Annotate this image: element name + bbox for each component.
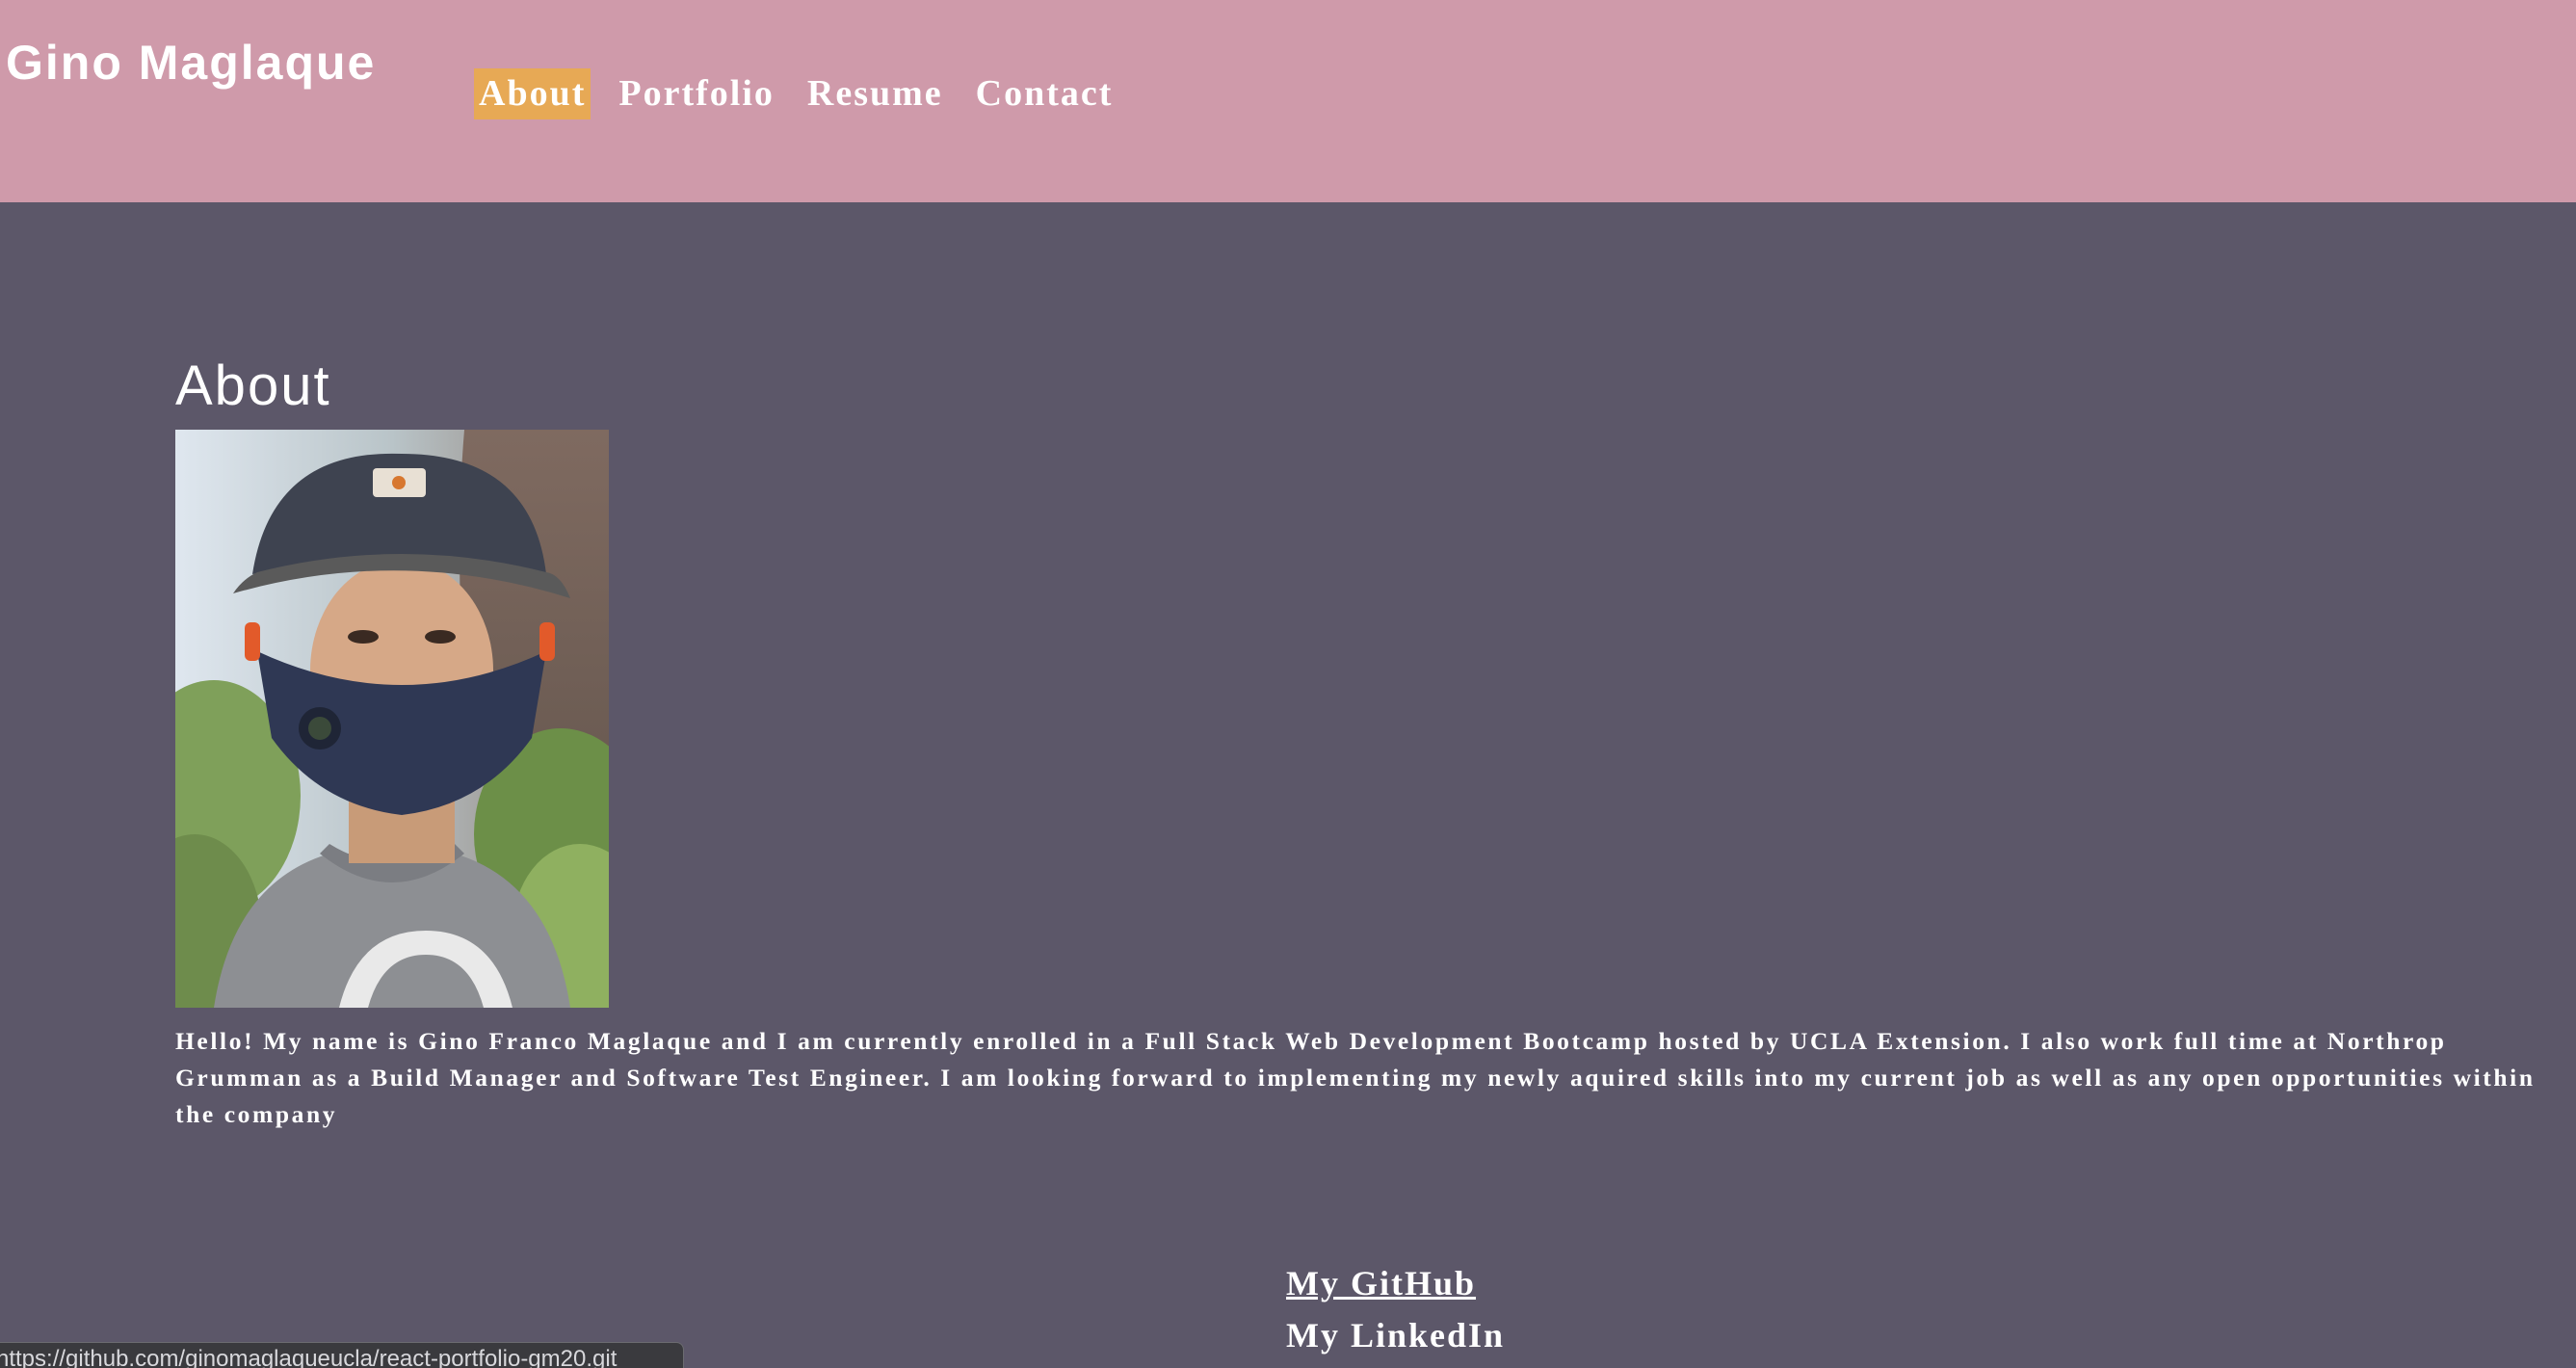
bio-paragraph: Hello! My name is Gino Franco Maglaque a…	[175, 1027, 2536, 1128]
nav-item-contact[interactable]: Contact	[971, 68, 1118, 119]
main-nav: About Portfolio Resume Contact	[474, 68, 1141, 119]
nav-item-portfolio[interactable]: Portfolio	[614, 68, 779, 119]
nav-item-resume[interactable]: Resume	[802, 68, 948, 119]
profile-photo-image	[175, 430, 609, 1008]
linkedin-link[interactable]: My LinkedIn	[1286, 1309, 1505, 1361]
nav-item-about[interactable]: About	[474, 68, 591, 119]
browser-status-bar: https://github.com/ginomaglaqueucla/reac…	[0, 1342, 684, 1368]
site-header: Gino Maglaque About Portfolio Resume Con…	[0, 0, 2576, 202]
github-link[interactable]: My GitHub	[1286, 1257, 1505, 1309]
profile-photo	[175, 430, 609, 1008]
site-brand[interactable]: Gino Maglaque	[6, 39, 376, 87]
page-title: About	[175, 355, 331, 417]
social-links: My GitHub My LinkedIn	[1286, 1257, 1505, 1361]
status-url: https://github.com/ginomaglaqueucla/reac…	[0, 1346, 618, 1368]
